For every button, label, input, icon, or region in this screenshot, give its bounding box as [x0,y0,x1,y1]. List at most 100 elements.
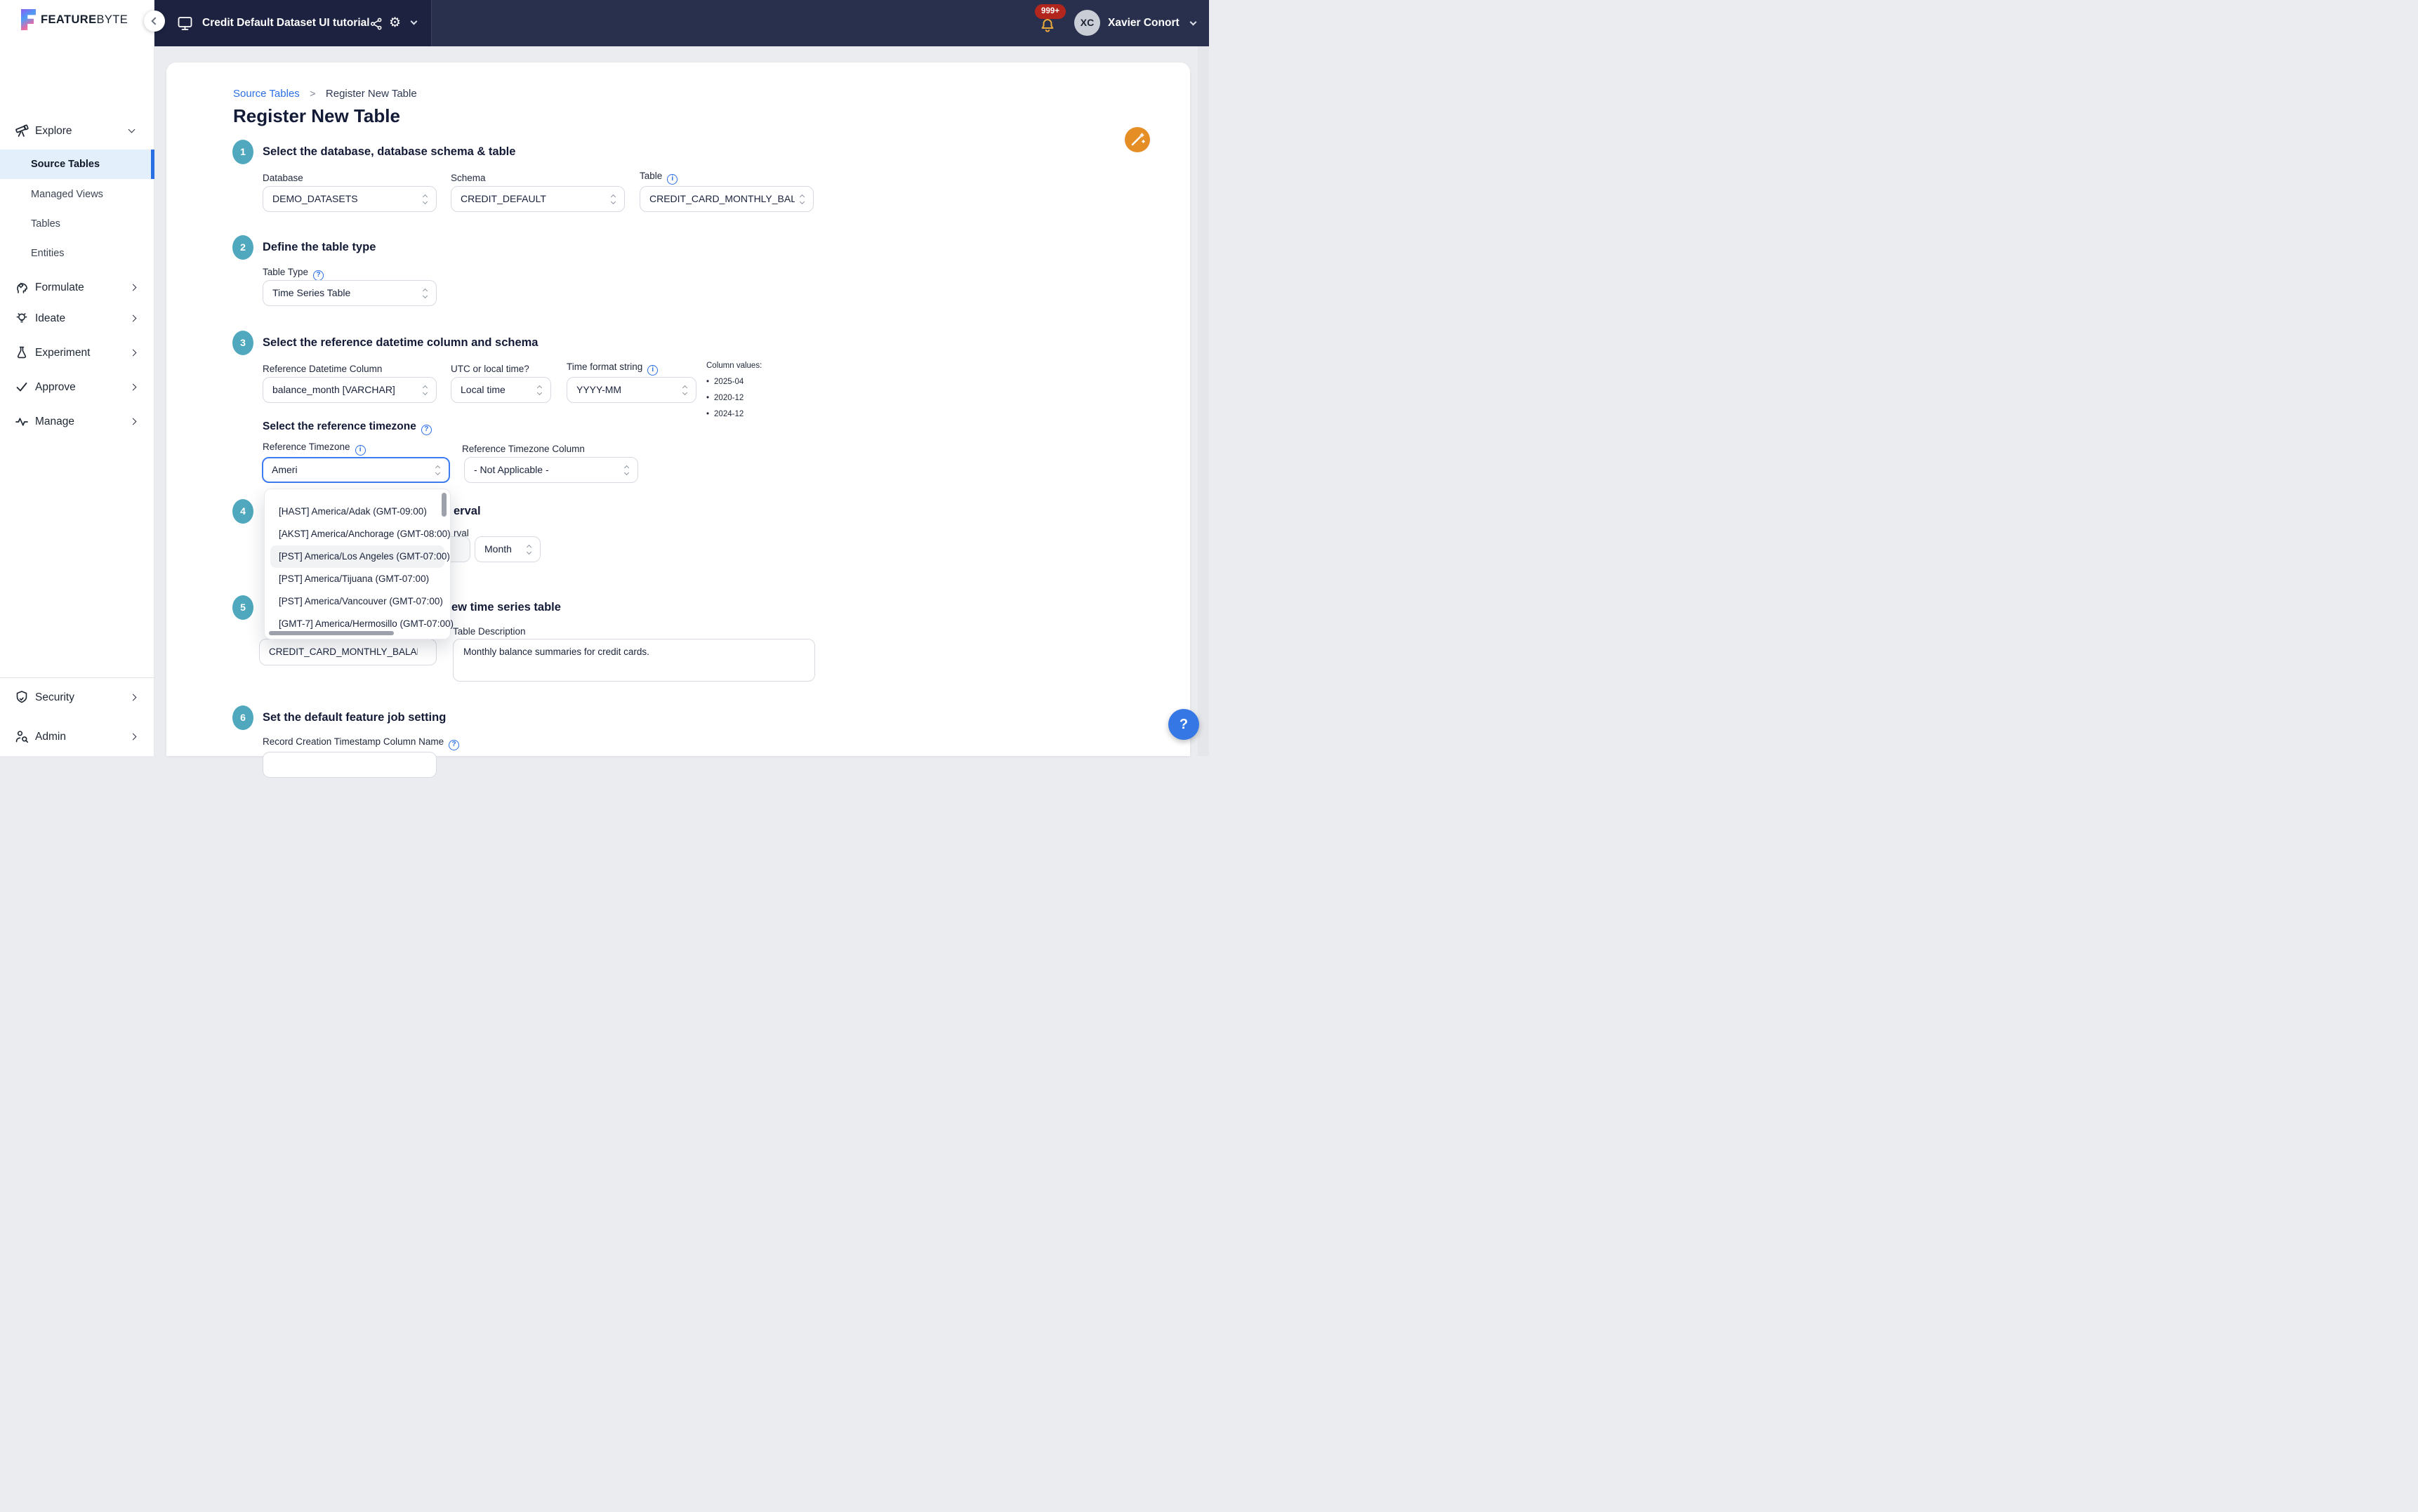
help-button[interactable]: ? [1168,709,1199,740]
table-name-input[interactable]: CREDIT_CARD_MONTHLY_BALANCE [259,639,437,665]
gear-icon[interactable]: ⚙ [389,15,401,31]
share-icon[interactable] [369,17,383,31]
interval-unit-select[interactable]: Month [475,536,541,562]
step-1-badge: 1 [232,140,253,164]
select-chevrons-icon [525,544,534,555]
ref-datetime-select[interactable]: balance_month [VARCHAR] [263,377,437,403]
sidebar-item-label: Manage [35,412,74,432]
schema-select[interactable]: CREDIT_DEFAULT [451,186,625,212]
sidebar-item-formulate[interactable]: Formulate [0,278,154,298]
column-values: Column values: 2025-04 2020-12 2024-12 [706,360,762,420]
utc-local-select[interactable]: Local time [451,377,551,403]
sidebar-item-explore[interactable]: Explore [0,121,154,141]
timezone-option[interactable]: [HAST] America/Adak (GMT-09:00) [265,500,450,523]
help-icon[interactable]: ? [313,270,324,281]
info-icon[interactable]: i [355,445,366,456]
featurebyte-logo: FEATUREBYTE [41,0,128,39]
user-name[interactable]: Xavier Conort [1108,0,1180,46]
timezone-option-highlighted[interactable]: [PST] America/Los Angeles (GMT-07:00) [270,545,444,568]
bell-icon[interactable] [1039,17,1056,34]
step-5-title-fragment: ew time series table [451,601,561,614]
info-icon[interactable]: i [667,174,678,185]
chevron-right-icon [130,315,137,322]
top-header: Credit Default Dataset UI tutorial ⚙ 999… [154,0,1209,46]
telescope-icon [15,124,29,138]
table-type-select[interactable]: Time Series Table [263,280,437,306]
step-5-badge: 5 [232,595,253,620]
sidebar-item-source-tables[interactable]: Source Tables [0,150,154,179]
chevron-right-icon [130,694,137,701]
activity-pulse-icon [15,414,29,428]
sidebar-item-admin[interactable]: Admin [0,727,154,747]
sidebar-item-managed-views[interactable]: Managed Views [0,185,154,204]
active-indicator [151,150,154,179]
chevron-right-icon [130,350,137,357]
timezone-section-title: Select the reference timezone? [263,420,432,435]
utc-local-label: UTC or local time? [451,364,529,374]
sidebar-item-label: Formulate [35,278,84,298]
ref-timezone-label: Reference Timezonei [263,442,366,456]
sidebar-item-manage[interactable]: Manage [0,412,154,432]
time-format-select[interactable]: YYYY-MM [567,377,696,403]
timezone-option[interactable]: [PST] America/Tijuana (GMT-07:00) [265,568,450,590]
select-chevrons-icon [434,465,442,476]
select-chevrons-icon [798,194,807,205]
avatar[interactable]: XC [1074,10,1100,36]
chevron-down-icon[interactable] [411,18,418,25]
dropdown-vertical-scrollbar[interactable] [442,493,447,517]
column-value: 2024-12 [706,409,762,420]
shield-check-icon [15,690,29,704]
info-icon[interactable]: i [647,365,658,376]
database-select[interactable]: DEMO_DATASETS [263,186,437,212]
magic-wand-button[interactable] [1125,127,1150,152]
page-scrollbar[interactable] [1198,46,1209,756]
table-select[interactable]: CREDIT_CARD_MONTHLY_BALANC [640,186,814,212]
sidebar-collapse-button[interactable] [144,11,165,32]
sidebar-item-security[interactable]: Security [0,688,154,708]
breadcrumb-current: Register New Table [326,88,417,100]
sidebar-item-label: Admin [35,727,66,747]
sidebar-item-ideate[interactable]: Ideate [0,309,154,329]
database-label: Database [263,173,303,183]
featurebyte-logo-icon [21,9,36,30]
breadcrumb-source-tables[interactable]: Source Tables [233,88,300,100]
sidebar-item-label: Entities [31,244,65,263]
chevron-right-icon [130,418,137,425]
timezone-dropdown: [HAST] America/Adak (GMT-09:00) [AKST] A… [264,489,451,639]
sidebar-item-approve[interactable]: Approve [0,378,154,397]
sidebar-item-label: Explore [35,121,72,141]
chevron-right-icon [130,284,137,291]
ref-timezone-column-select[interactable]: - Not Applicable - [464,457,638,483]
schema-label: Schema [451,173,486,183]
breadcrumb-separator: > [310,88,315,99]
record-timestamp-select[interactable] [263,752,437,778]
notification-badge: 999+ [1035,4,1066,19]
column-values-title: Column values: [706,360,762,372]
step-3-title: Select the reference datetime column and… [263,336,538,350]
record-timestamp-label: Record Creation Timestamp Column Name? [263,736,459,750]
help-icon[interactable]: ? [449,740,459,750]
sidebar-item-tables[interactable]: Tables [0,214,154,234]
table-description-textarea[interactable]: Monthly balance summaries for credit car… [453,639,815,682]
select-chevrons-icon [681,385,689,396]
step-2-badge: 2 [232,235,253,260]
project-header: Credit Default Dataset UI tutorial ⚙ [154,0,432,46]
step-6-title: Set the default feature job setting [263,711,446,724]
select-chevrons-icon [536,385,544,396]
sidebar-item-entities[interactable]: Entities [0,244,154,263]
chevron-left-icon [151,17,159,25]
timezone-option[interactable]: [AKST] America/Anchorage (GMT-08:00) [265,523,450,545]
table-type-label: Table Type? [263,267,324,281]
step-1-title: Select the database, database schema & t… [263,145,515,159]
page-title: Register New Table [233,105,400,127]
sidebar-item-label: Ideate [35,309,65,329]
sidebar-item-experiment[interactable]: Experiment [0,343,154,363]
select-chevrons-icon [609,194,618,205]
help-icon[interactable]: ? [421,425,432,435]
chevron-down-icon[interactable] [1190,19,1197,26]
sidebar-item-label: Approve [35,378,76,397]
dropdown-horizontal-scrollbar[interactable] [269,631,394,635]
ref-timezone-input[interactable]: Ameri [262,457,450,483]
timezone-option[interactable]: [PST] America/Vancouver (GMT-07:00) [265,590,450,613]
ref-datetime-label: Reference Datetime Column [263,364,382,374]
